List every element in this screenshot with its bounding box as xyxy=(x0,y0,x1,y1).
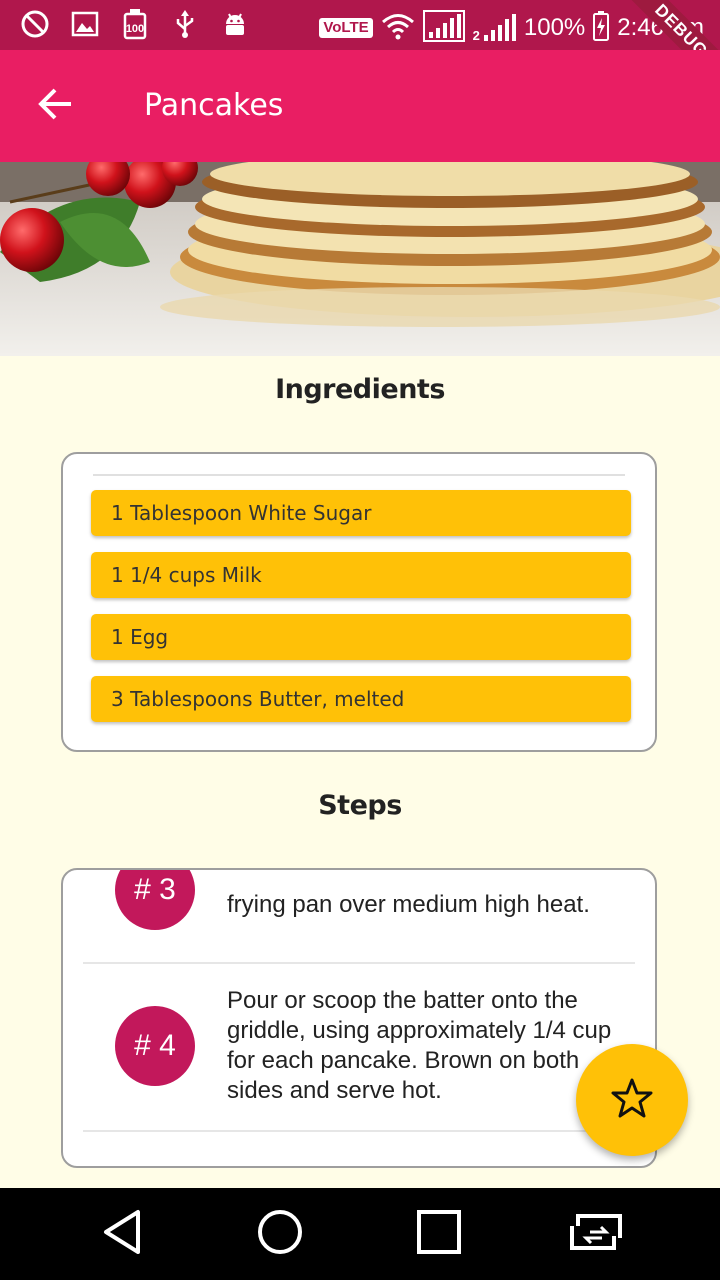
nav-recents-button[interactable] xyxy=(413,1208,465,1260)
ingredient-item[interactable]: 1 Tablespoon White Sugar xyxy=(91,490,631,536)
ingredients-list[interactable]: 1 Tablespoon White Sugar 1 1/4 cups Milk… xyxy=(61,452,657,752)
signal-sim1-icon xyxy=(422,10,465,46)
ingredient-item[interactable]: 3 Tablespoons Butter, melted xyxy=(91,676,631,722)
steps-heading: Steps xyxy=(318,790,402,821)
step-divider xyxy=(83,962,635,964)
nav-home-button[interactable] xyxy=(254,1208,306,1260)
usb-icon xyxy=(170,8,200,40)
star-outline-icon xyxy=(611,1077,653,1123)
ingredients-heading: Ingredients xyxy=(275,374,445,405)
back-button[interactable] xyxy=(28,78,84,134)
signal-sim2-icon: 2 xyxy=(473,13,516,43)
arrow-back-icon xyxy=(38,88,74,124)
switch-app-icon xyxy=(568,1212,624,1256)
step-number-badge: # 4 xyxy=(115,1006,195,1086)
image-icon xyxy=(70,8,100,40)
do-not-disturb-icon xyxy=(20,8,50,40)
back-triangle-icon xyxy=(100,1208,144,1260)
ingredient-item[interactable]: 1 1/4 cups Milk xyxy=(91,552,631,598)
status-bar: 100 VoLTE 2 100% 2:46 pm DEBUG xyxy=(0,0,720,101)
list-divider xyxy=(93,474,625,476)
battery-charging-icon xyxy=(593,11,610,45)
step-text: Pour or scoop the batter onto the griddl… xyxy=(227,987,612,1104)
system-nav-bar xyxy=(0,1188,720,1280)
notification-badge-text: 100 xyxy=(126,23,144,35)
recents-square-icon xyxy=(416,1209,462,1259)
battery-percent: 100% xyxy=(523,14,586,41)
nav-back-button[interactable] xyxy=(96,1208,148,1260)
step-divider xyxy=(83,1130,635,1132)
step-text: frying pan over medium high heat. xyxy=(227,891,590,918)
ingredient-item[interactable]: 1 Egg xyxy=(91,614,631,660)
steps-list[interactable]: # 3 frying pan over medium high heat. # … xyxy=(61,868,657,1168)
wifi-icon xyxy=(381,12,415,44)
android-debug-icon xyxy=(220,8,250,40)
recipe-hero-image xyxy=(0,162,720,356)
page-title: Pancakes xyxy=(144,88,284,123)
step-number-badge: # 3 xyxy=(115,870,195,930)
home-circle-icon xyxy=(256,1208,304,1260)
app-bar: Pancakes xyxy=(0,50,720,162)
sim2-label: 2 xyxy=(472,28,480,43)
favorite-fab-button[interactable] xyxy=(576,1044,688,1156)
storage-badge-icon: 100 xyxy=(120,8,150,40)
nav-switch-app-button[interactable] xyxy=(570,1208,622,1260)
volte-badge: VoLTE xyxy=(319,18,373,38)
